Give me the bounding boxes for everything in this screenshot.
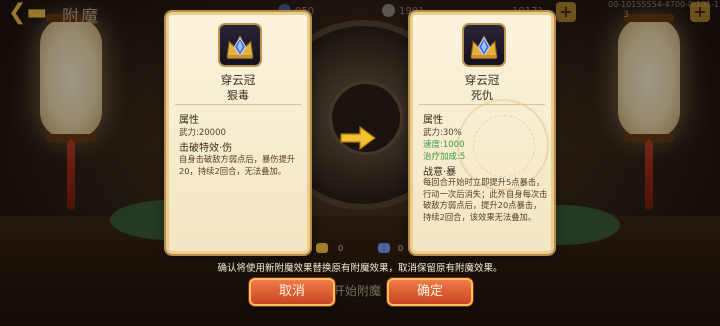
old-enchant-card: 穿云冠 狠毒 属性 武力:20000 击破特效·伤 自身击破敌方弱点后，暴伤提升… [166, 12, 310, 254]
cost-gem-icon [378, 243, 390, 253]
confirm-button[interactable]: 确定 [387, 278, 473, 306]
enchant-name: 狠毒 [227, 89, 249, 102]
modal-overlay [0, 0, 720, 326]
divider [419, 104, 545, 105]
right-arrow-icon [340, 125, 377, 151]
cost-value: 0 [338, 244, 344, 253]
stat-line: 治疗加成:5 [423, 152, 466, 162]
stat-heading: 属性 [423, 115, 443, 126]
crown-gem-icon [218, 23, 262, 67]
effect-title: 击破特效·伤 [179, 143, 233, 154]
stat-heading: 属性 [179, 115, 199, 126]
effect-text: 每回合开始时立即提升5点暴击，行动一次后消失；此外自身每次击破敌方弱点后，提升2… [423, 177, 548, 222]
divider [175, 104, 301, 105]
start-enchant-label: 开始附魔 [333, 284, 382, 298]
cost-gold-icon [316, 243, 328, 253]
item-name: 穿云冠 [220, 73, 256, 87]
stat-line: 武力:20000 [179, 128, 226, 138]
enchant-name: 死仇 [471, 89, 493, 102]
confirm-message: 确认将使用新附魔效果替换原有附魔效果，取消保留原有附魔效果。 [217, 263, 503, 274]
effect-title: 战意·暴 [423, 167, 457, 178]
effect-text: 自身击破敌方弱点后，暴伤提升20，持续2回合，无法叠加。 [179, 154, 296, 176]
cancel-button[interactable]: 取消 [249, 278, 335, 306]
stat-line: 速度:1000 [423, 140, 465, 150]
stat-line: 武力:30% [423, 128, 462, 138]
crown-gem-icon [462, 23, 506, 67]
new-enchant-card: 穿云冠 死仇 属性 武力:30% 速度:1000 治疗加成:5 战意·暴 每回合… [410, 12, 554, 254]
cost-value: 0 [398, 244, 404, 253]
item-name: 穿云冠 [464, 73, 500, 87]
